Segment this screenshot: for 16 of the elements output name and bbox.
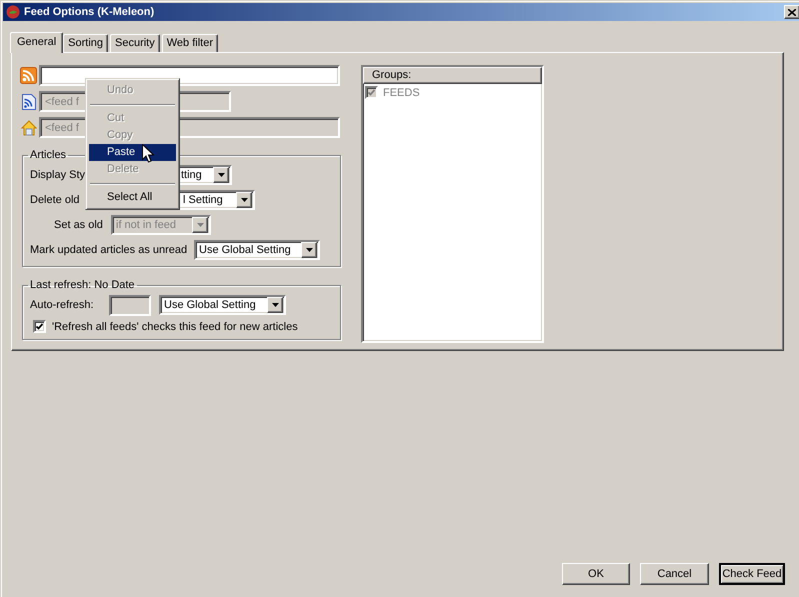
- dropdown-value: Use Global Setting: [163, 299, 256, 311]
- group-label: Articles: [29, 149, 68, 161]
- column-header: Groups:: [363, 67, 542, 84]
- field-label: Auto-refresh:: [30, 299, 94, 311]
- field-label: Set as old: [54, 219, 103, 231]
- group-name: FEEDS: [383, 86, 420, 98]
- dropdown-value: tting: [180, 169, 202, 181]
- checkbox-label: 'Refresh all feeds' checks this feed for new articles: [52, 320, 298, 332]
- dropdown-value: l Setting: [182, 194, 223, 206]
- field-label: Delete old: [30, 194, 80, 206]
- field-label: Display Sty: [30, 169, 86, 181]
- field-label: Mark updated articles as unread: [30, 244, 188, 256]
- group-label: Last refresh: No Date: [29, 279, 136, 291]
- dropdown-value: if not in feed: [115, 219, 176, 231]
- window-title: Feed Options (K-Meleon): [24, 6, 156, 18]
- dropdown-value: Use Global Setting: [198, 244, 291, 256]
